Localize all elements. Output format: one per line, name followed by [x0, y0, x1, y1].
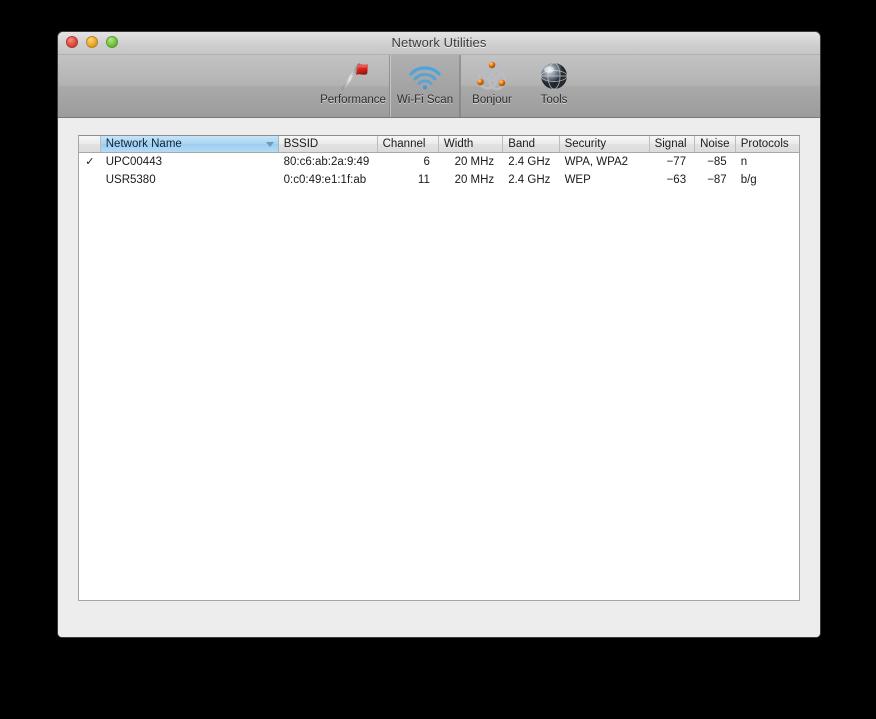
column-header-network-name-label: Network Name [105, 138, 182, 150]
column-header-protocols[interactable]: Protocols [736, 136, 799, 152]
toolbar: Performance Wi-Fi Scan Bonjour Tools [58, 55, 820, 118]
cell-network-name: UPC00443 [105, 155, 162, 168]
flag-icon [333, 59, 373, 93]
cell-network-name: USR5380 [105, 173, 156, 186]
toolbar-label-tools: Tools [540, 94, 568, 106]
cell-noise: −85 [707, 155, 727, 168]
window-title: Network Utilities [391, 35, 487, 50]
column-header-security[interactable]: Security [560, 136, 650, 152]
sort-descending-icon [265, 142, 274, 147]
column-header-channel[interactable]: Channel [378, 136, 439, 152]
cell-width: 20 MHz [454, 155, 495, 168]
toolbar-item-bonjour[interactable]: Bonjour [461, 55, 523, 117]
cell-security: WEP [564, 173, 591, 186]
cell-signal: −77 [666, 155, 687, 168]
cell-bssid: 0:c0:49:e1:1f:ab [283, 173, 367, 186]
toolbar-label-bonjour: Bonjour [472, 94, 512, 106]
cell-bssid: 80:c6:ab:2a:9:49 [283, 155, 370, 168]
cell-width: 20 MHz [454, 173, 495, 186]
column-header-network-name[interactable]: Network Name [100, 136, 279, 152]
cell-noise: −87 [707, 173, 727, 186]
column-header-noise[interactable]: Noise [695, 136, 736, 152]
table-row[interactable]: USR5380 0:c0:49:e1:1f:ab 11 20 MHz 2.4 G… [79, 171, 799, 189]
bonjour-icon [472, 59, 512, 93]
window-titlebar[interactable]: Network Utilities [58, 32, 820, 55]
table-row[interactable]: ✓ UPC00443 80:c6:ab:2a:9:49 6 20 MHz 2.4… [79, 153, 799, 171]
table-header-row: Network Name BSSID Channel Width Band Se… [79, 136, 799, 153]
network-list[interactable]: Network Name BSSID Channel Width Band Se… [78, 135, 800, 601]
cell-protocols: b/g [740, 173, 757, 186]
cell-security: WPA, WPA2 [564, 155, 629, 168]
column-header-check[interactable] [79, 136, 101, 152]
network-utilities-window: Network Utilities Performance Wi-Fi Scan… [57, 31, 821, 638]
cell-channel: 6 [423, 155, 430, 168]
content-area: Network Name BSSID Channel Width Band Se… [58, 118, 820, 637]
column-header-band[interactable]: Band [503, 136, 560, 152]
wifi-icon [405, 59, 445, 93]
cell-signal: −63 [666, 173, 687, 186]
toolbar-item-wifi-scan[interactable]: Wi-Fi Scan [389, 55, 461, 117]
toolbar-item-performance[interactable]: Performance [317, 55, 389, 117]
globe-icon [534, 59, 574, 93]
cell-protocols: n [740, 155, 748, 168]
cell-channel: 11 [417, 173, 430, 186]
screen: Network Utilities Performance Wi-Fi Scan… [0, 0, 876, 719]
toolbar-item-tools[interactable]: Tools [523, 55, 585, 117]
cell-band: 2.4 GHz [508, 173, 551, 186]
column-header-bssid[interactable]: BSSID [279, 136, 378, 152]
column-header-signal[interactable]: Signal [650, 136, 696, 152]
cell-band: 2.4 GHz [508, 155, 551, 168]
column-header-width[interactable]: Width [439, 136, 504, 152]
toolbar-items: Performance Wi-Fi Scan Bonjour Tools [317, 55, 585, 117]
toolbar-label-wifi-scan: Wi-Fi Scan [396, 94, 454, 106]
toolbar-label-performance: Performance [320, 94, 386, 106]
row-selected-checkmark-icon[interactable]: ✓ [79, 154, 101, 171]
